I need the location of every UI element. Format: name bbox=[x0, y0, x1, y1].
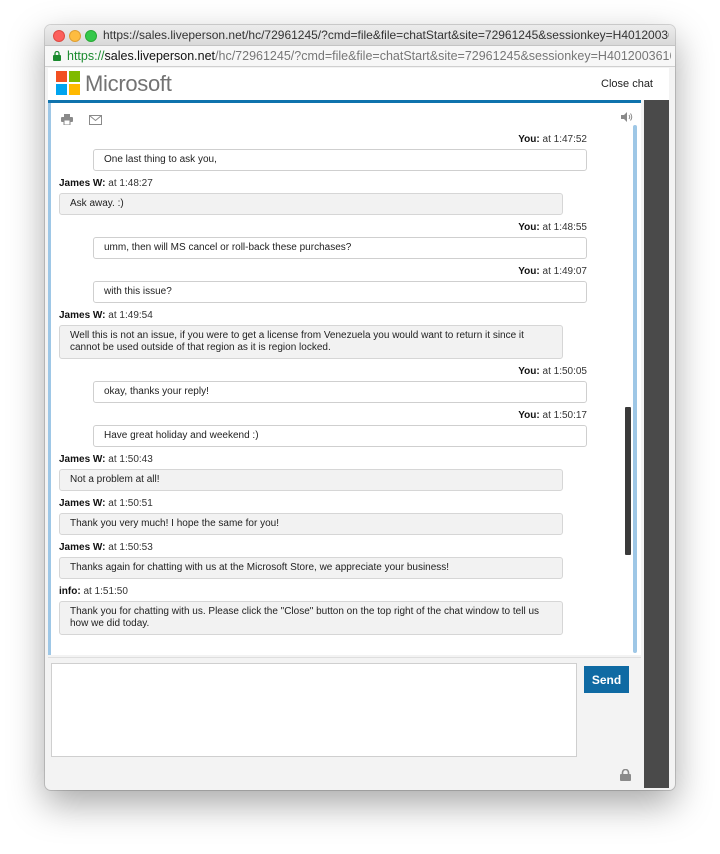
address-bar[interactable]: https://sales.liveperson.net/hc/72961245… bbox=[45, 46, 675, 67]
browser-window: https://sales.liveperson.net/hc/72961245… bbox=[45, 25, 675, 790]
url-protocol: https:// bbox=[67, 49, 105, 63]
sender-name: James W: bbox=[59, 454, 106, 465]
visitor-message: umm, then will MS cancel or roll-back th… bbox=[93, 237, 587, 259]
message-time: at 1:50:53 bbox=[108, 542, 153, 553]
url-domain: sales.liveperson.net bbox=[104, 49, 216, 63]
visitor-message: Have great holiday and weekend :) bbox=[93, 425, 587, 447]
sender-name: info: bbox=[59, 586, 81, 597]
visitor-message: One last thing to ask you, bbox=[93, 149, 587, 171]
message-time: at 1:51:50 bbox=[83, 586, 128, 597]
message-meta: You: at 1:48:55 bbox=[59, 221, 587, 235]
message-time: at 1:48:55 bbox=[542, 222, 587, 233]
side-panel bbox=[644, 100, 669, 788]
minimize-window-button[interactable] bbox=[69, 30, 81, 42]
send-button[interactable]: Send bbox=[584, 666, 629, 693]
close-window-button[interactable] bbox=[53, 30, 65, 42]
visitor-message: with this issue? bbox=[93, 281, 587, 303]
lock-icon bbox=[620, 769, 631, 781]
message-list: You: at 1:47:52 One last thing to ask yo… bbox=[59, 133, 587, 641]
microsoft-logo-icon bbox=[56, 71, 80, 95]
chat-toolbar bbox=[61, 112, 114, 125]
message-meta: James W: at 1:50:43 bbox=[59, 453, 587, 467]
message-meta: info: at 1:51:50 bbox=[59, 585, 587, 599]
sender-name: You: bbox=[518, 366, 540, 377]
sender-name: James W: bbox=[59, 498, 106, 509]
agent-message: Not a problem at all! bbox=[59, 469, 563, 491]
message-meta: James W: at 1:49:54 bbox=[59, 309, 587, 323]
message-time: at 1:49:54 bbox=[108, 310, 153, 321]
message-time: at 1:48:27 bbox=[108, 178, 153, 189]
sender-name: You: bbox=[518, 134, 540, 145]
brand-name: Microsoft bbox=[85, 71, 172, 96]
message-meta: You: at 1:50:05 bbox=[59, 365, 587, 379]
zoom-window-button[interactable] bbox=[85, 30, 97, 42]
sender-name: James W: bbox=[59, 310, 106, 321]
message-time: at 1:49:07 bbox=[542, 266, 587, 277]
chat-header: Microsoft Close chat bbox=[48, 68, 669, 100]
chat-scroll-thumb[interactable] bbox=[625, 407, 631, 555]
message-time: at 1:50:43 bbox=[108, 454, 153, 465]
message-meta: James W: at 1:50:53 bbox=[59, 541, 587, 555]
message-meta: You: at 1:49:07 bbox=[59, 265, 587, 279]
message-time: at 1:50:51 bbox=[108, 498, 153, 509]
agent-message: Well this is not an issue, if you were t… bbox=[59, 325, 563, 359]
email-icon[interactable] bbox=[89, 115, 103, 125]
close-chat-link[interactable]: Close chat bbox=[601, 78, 653, 90]
info-message: Thank you for chatting with us. Please c… bbox=[59, 601, 563, 635]
agent-message: Ask away. :) bbox=[59, 193, 563, 215]
print-icon[interactable] bbox=[61, 114, 73, 125]
message-time: at 1:50:17 bbox=[542, 410, 587, 421]
window-title: https://sales.liveperson.net/hc/72961245… bbox=[103, 28, 669, 42]
url-path: /hc/72961245/?cmd=file&file=chatStart&si… bbox=[215, 49, 671, 63]
message-meta: James W: at 1:50:51 bbox=[59, 497, 587, 511]
composer-area: Send bbox=[48, 657, 641, 789]
message-time: at 1:50:05 bbox=[542, 366, 587, 377]
sender-name: James W: bbox=[59, 542, 106, 553]
agent-message: Thank you very much! I hope the same for… bbox=[59, 513, 563, 535]
sender-name: James W: bbox=[59, 178, 106, 189]
sender-name: You: bbox=[518, 222, 540, 233]
agent-message: Thanks again for chatting with us at the… bbox=[59, 557, 563, 579]
secure-lock-icon bbox=[53, 51, 61, 61]
message-meta: You: at 1:50:17 bbox=[59, 409, 587, 423]
title-bar: https://sales.liveperson.net/hc/72961245… bbox=[45, 25, 675, 46]
message-time: at 1:47:52 bbox=[542, 134, 587, 145]
message-input[interactable] bbox=[51, 663, 577, 757]
url-text: https://sales.liveperson.net/hc/72961245… bbox=[67, 49, 671, 63]
chat-scroll-track[interactable] bbox=[633, 125, 637, 653]
message-meta: You: at 1:47:52 bbox=[59, 133, 587, 147]
sender-name: You: bbox=[518, 266, 540, 277]
sender-name: You: bbox=[518, 410, 540, 421]
visitor-message: okay, thanks your reply! bbox=[93, 381, 587, 403]
speaker-icon[interactable] bbox=[621, 112, 633, 122]
message-meta: James W: at 1:48:27 bbox=[59, 177, 587, 191]
chat-transcript: You: at 1:47:52 One last thing to ask yo… bbox=[48, 103, 641, 655]
